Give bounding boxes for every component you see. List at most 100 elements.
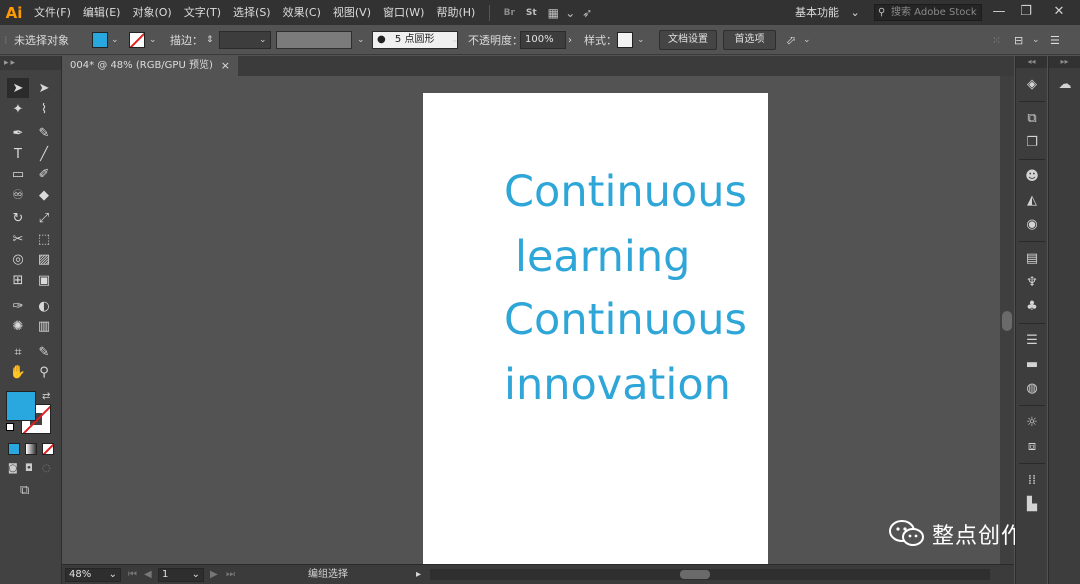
- menu-help[interactable]: 帮助(H): [430, 0, 481, 25]
- eyedropper-tool[interactable]: ✑: [7, 296, 29, 316]
- menu-file[interactable]: 文件(F): [28, 0, 77, 25]
- vertical-scrollbar[interactable]: [1000, 76, 1014, 564]
- chevron-down-icon[interactable]: ⌄: [451, 25, 459, 55]
- artboards-icon[interactable]: ❐: [1021, 132, 1043, 152]
- brush-definition-dropdown[interactable]: ● 5 点圆形: [372, 31, 458, 49]
- stock-icon[interactable]: St: [520, 0, 542, 25]
- screen-mode-icon[interactable]: ⧉: [20, 483, 29, 498]
- chevron-down-icon[interactable]: ⌄: [111, 25, 119, 55]
- artboard-text-line-4[interactable]: innovation: [504, 364, 731, 407]
- direct-selection-tool[interactable]: ➤: [33, 78, 55, 98]
- next-artboard-icon[interactable]: ▶: [210, 568, 218, 582]
- artboard-number-field[interactable]: 1 ⌄: [158, 568, 204, 582]
- canvas[interactable]: Continuous learning Continuous innovatio…: [62, 76, 1000, 564]
- last-artboard-icon[interactable]: ⏭: [226, 568, 235, 582]
- color-guide-icon[interactable]: ☼: [1021, 412, 1043, 432]
- transparency-icon[interactable]: ◉: [1021, 214, 1043, 234]
- menu-view[interactable]: 视图(V): [327, 0, 377, 25]
- variable-width-profile[interactable]: [276, 31, 352, 49]
- perspective-grid-tool[interactable]: ▨: [33, 249, 55, 269]
- artboard[interactable]: Continuous learning Continuous innovatio…: [423, 93, 768, 564]
- chevron-down-icon[interactable]: ⌄: [637, 25, 645, 55]
- rectangle-tool[interactable]: ▭: [7, 164, 29, 184]
- asset-export-icon[interactable]: ⧈: [1021, 436, 1043, 456]
- symbols-icon[interactable]: ♣: [1021, 296, 1043, 316]
- pen-tool[interactable]: ✒: [7, 123, 29, 143]
- default-colors-icon[interactable]: [6, 423, 14, 431]
- draw-behind-icon[interactable]: ◘: [25, 463, 33, 474]
- gradient-icon[interactable]: ▬: [1021, 354, 1043, 374]
- opacity-field[interactable]: 100%: [520, 31, 566, 49]
- width-tool[interactable]: ✂: [7, 229, 29, 249]
- lasso-tool[interactable]: ⌇: [33, 99, 55, 119]
- minimize-button[interactable]: —: [986, 0, 1012, 25]
- draw-normal-icon[interactable]: ◙: [8, 463, 18, 474]
- zoom-field[interactable]: 48% ⌄: [65, 568, 121, 582]
- draw-inside-icon[interactable]: ◌: [42, 463, 51, 474]
- line-tool[interactable]: ╱: [33, 144, 55, 164]
- preferences-button[interactable]: 首选项: [723, 30, 776, 50]
- opacity-label[interactable]: 不透明度：: [468, 25, 523, 55]
- document-tab[interactable]: 004* @ 48% (RGB/GPU 预览) ×: [62, 56, 238, 76]
- menu-edit[interactable]: 编辑(E): [77, 0, 127, 25]
- graphic-style-swatch[interactable]: [617, 32, 633, 48]
- scroll-thumb[interactable]: [1002, 311, 1012, 331]
- brushes-icon[interactable]: ♆: [1021, 272, 1043, 292]
- menu-type[interactable]: 文字(T): [178, 0, 227, 25]
- menu-select[interactable]: 选择(S): [227, 0, 277, 25]
- dock-collapse-icon[interactable]: ▸▸: [1049, 56, 1080, 68]
- chevron-down-icon[interactable]: ⌄: [1032, 25, 1040, 55]
- paintbrush-tool[interactable]: ✐: [33, 164, 55, 184]
- stroke-label[interactable]: 描边：: [170, 25, 203, 55]
- document-setup-button[interactable]: 文档设置: [659, 30, 717, 50]
- curvature-tool[interactable]: ✎: [33, 123, 55, 143]
- close-window-button[interactable]: ✕: [1046, 0, 1072, 25]
- chevron-right-icon[interactable]: ›: [568, 25, 572, 55]
- menu-window[interactable]: 窗口(W): [377, 0, 430, 25]
- chevron-down-icon[interactable]: ⌄: [259, 25, 267, 55]
- stroke-stepper-icon[interactable]: ⇕: [206, 25, 214, 55]
- zoom-tool[interactable]: ⚲: [33, 362, 55, 382]
- artboard-text-line-3[interactable]: Continuous: [504, 299, 747, 342]
- rotate-tool[interactable]: ↻: [7, 208, 29, 228]
- transform-icon[interactable]: ⁞⁞: [1021, 470, 1043, 490]
- gpu-performance-icon[interactable]: ➶: [576, 0, 598, 25]
- scale-tool[interactable]: ⤢: [33, 208, 55, 228]
- menu-object[interactable]: 对象(O): [126, 0, 177, 25]
- select-similar-icon[interactable]: ⬀: [786, 25, 796, 55]
- artboard-text-line-2[interactable]: learning: [515, 236, 690, 279]
- mesh-tool[interactable]: ⊞: [7, 270, 29, 290]
- layers-icon[interactable]: ◈: [1021, 74, 1043, 94]
- status-menu-arrow-icon[interactable]: ▸: [416, 568, 421, 582]
- artboard-text-line-1[interactable]: Continuous: [504, 171, 747, 214]
- pathfinder-icon[interactable]: ◍: [1021, 378, 1043, 398]
- shaper-tool[interactable]: ♾: [7, 185, 29, 205]
- workspace-switcher[interactable]: 基本功能 ⌄: [795, 0, 860, 25]
- stroke-color-swatch[interactable]: [129, 32, 145, 48]
- gradient-tool[interactable]: ▣: [33, 270, 55, 290]
- panel-menu-icon[interactable]: ☰: [1050, 25, 1060, 55]
- eraser-tool[interactable]: ◆: [33, 185, 55, 205]
- free-transform-tool[interactable]: ⬚: [33, 229, 55, 249]
- menu-effect[interactable]: 效果(C): [277, 0, 327, 25]
- type-tool[interactable]: T: [7, 144, 29, 164]
- hand-tool[interactable]: ✋: [7, 362, 29, 382]
- symbol-sprayer-tool[interactable]: ✺: [7, 316, 29, 336]
- align-icon[interactable]: ⊟: [1014, 25, 1023, 55]
- previous-artboard-icon[interactable]: ◀: [144, 568, 152, 582]
- color-mode-icon[interactable]: [8, 443, 20, 455]
- restore-button[interactable]: ❐: [1013, 0, 1039, 25]
- close-icon[interactable]: ×: [221, 56, 230, 76]
- blend-tool[interactable]: ◐: [33, 296, 55, 316]
- dock-collapse-icon[interactable]: ◂◂: [1016, 56, 1047, 68]
- chevron-down-icon[interactable]: ⌄: [803, 25, 811, 55]
- horizontal-scrollbar[interactable]: [430, 569, 990, 580]
- gradient-mode-icon[interactable]: [25, 443, 37, 455]
- magic-wand-tool[interactable]: ✦: [7, 99, 29, 119]
- fill-color-swatch[interactable]: [6, 391, 36, 421]
- none-mode-icon[interactable]: [42, 443, 54, 455]
- export-icon[interactable]: ⧉: [1021, 108, 1043, 128]
- column-graph-tool[interactable]: ▥: [33, 316, 55, 336]
- transform-icon[interactable]: ⁙: [992, 25, 1001, 55]
- align-icon[interactable]: ☰: [1021, 330, 1043, 350]
